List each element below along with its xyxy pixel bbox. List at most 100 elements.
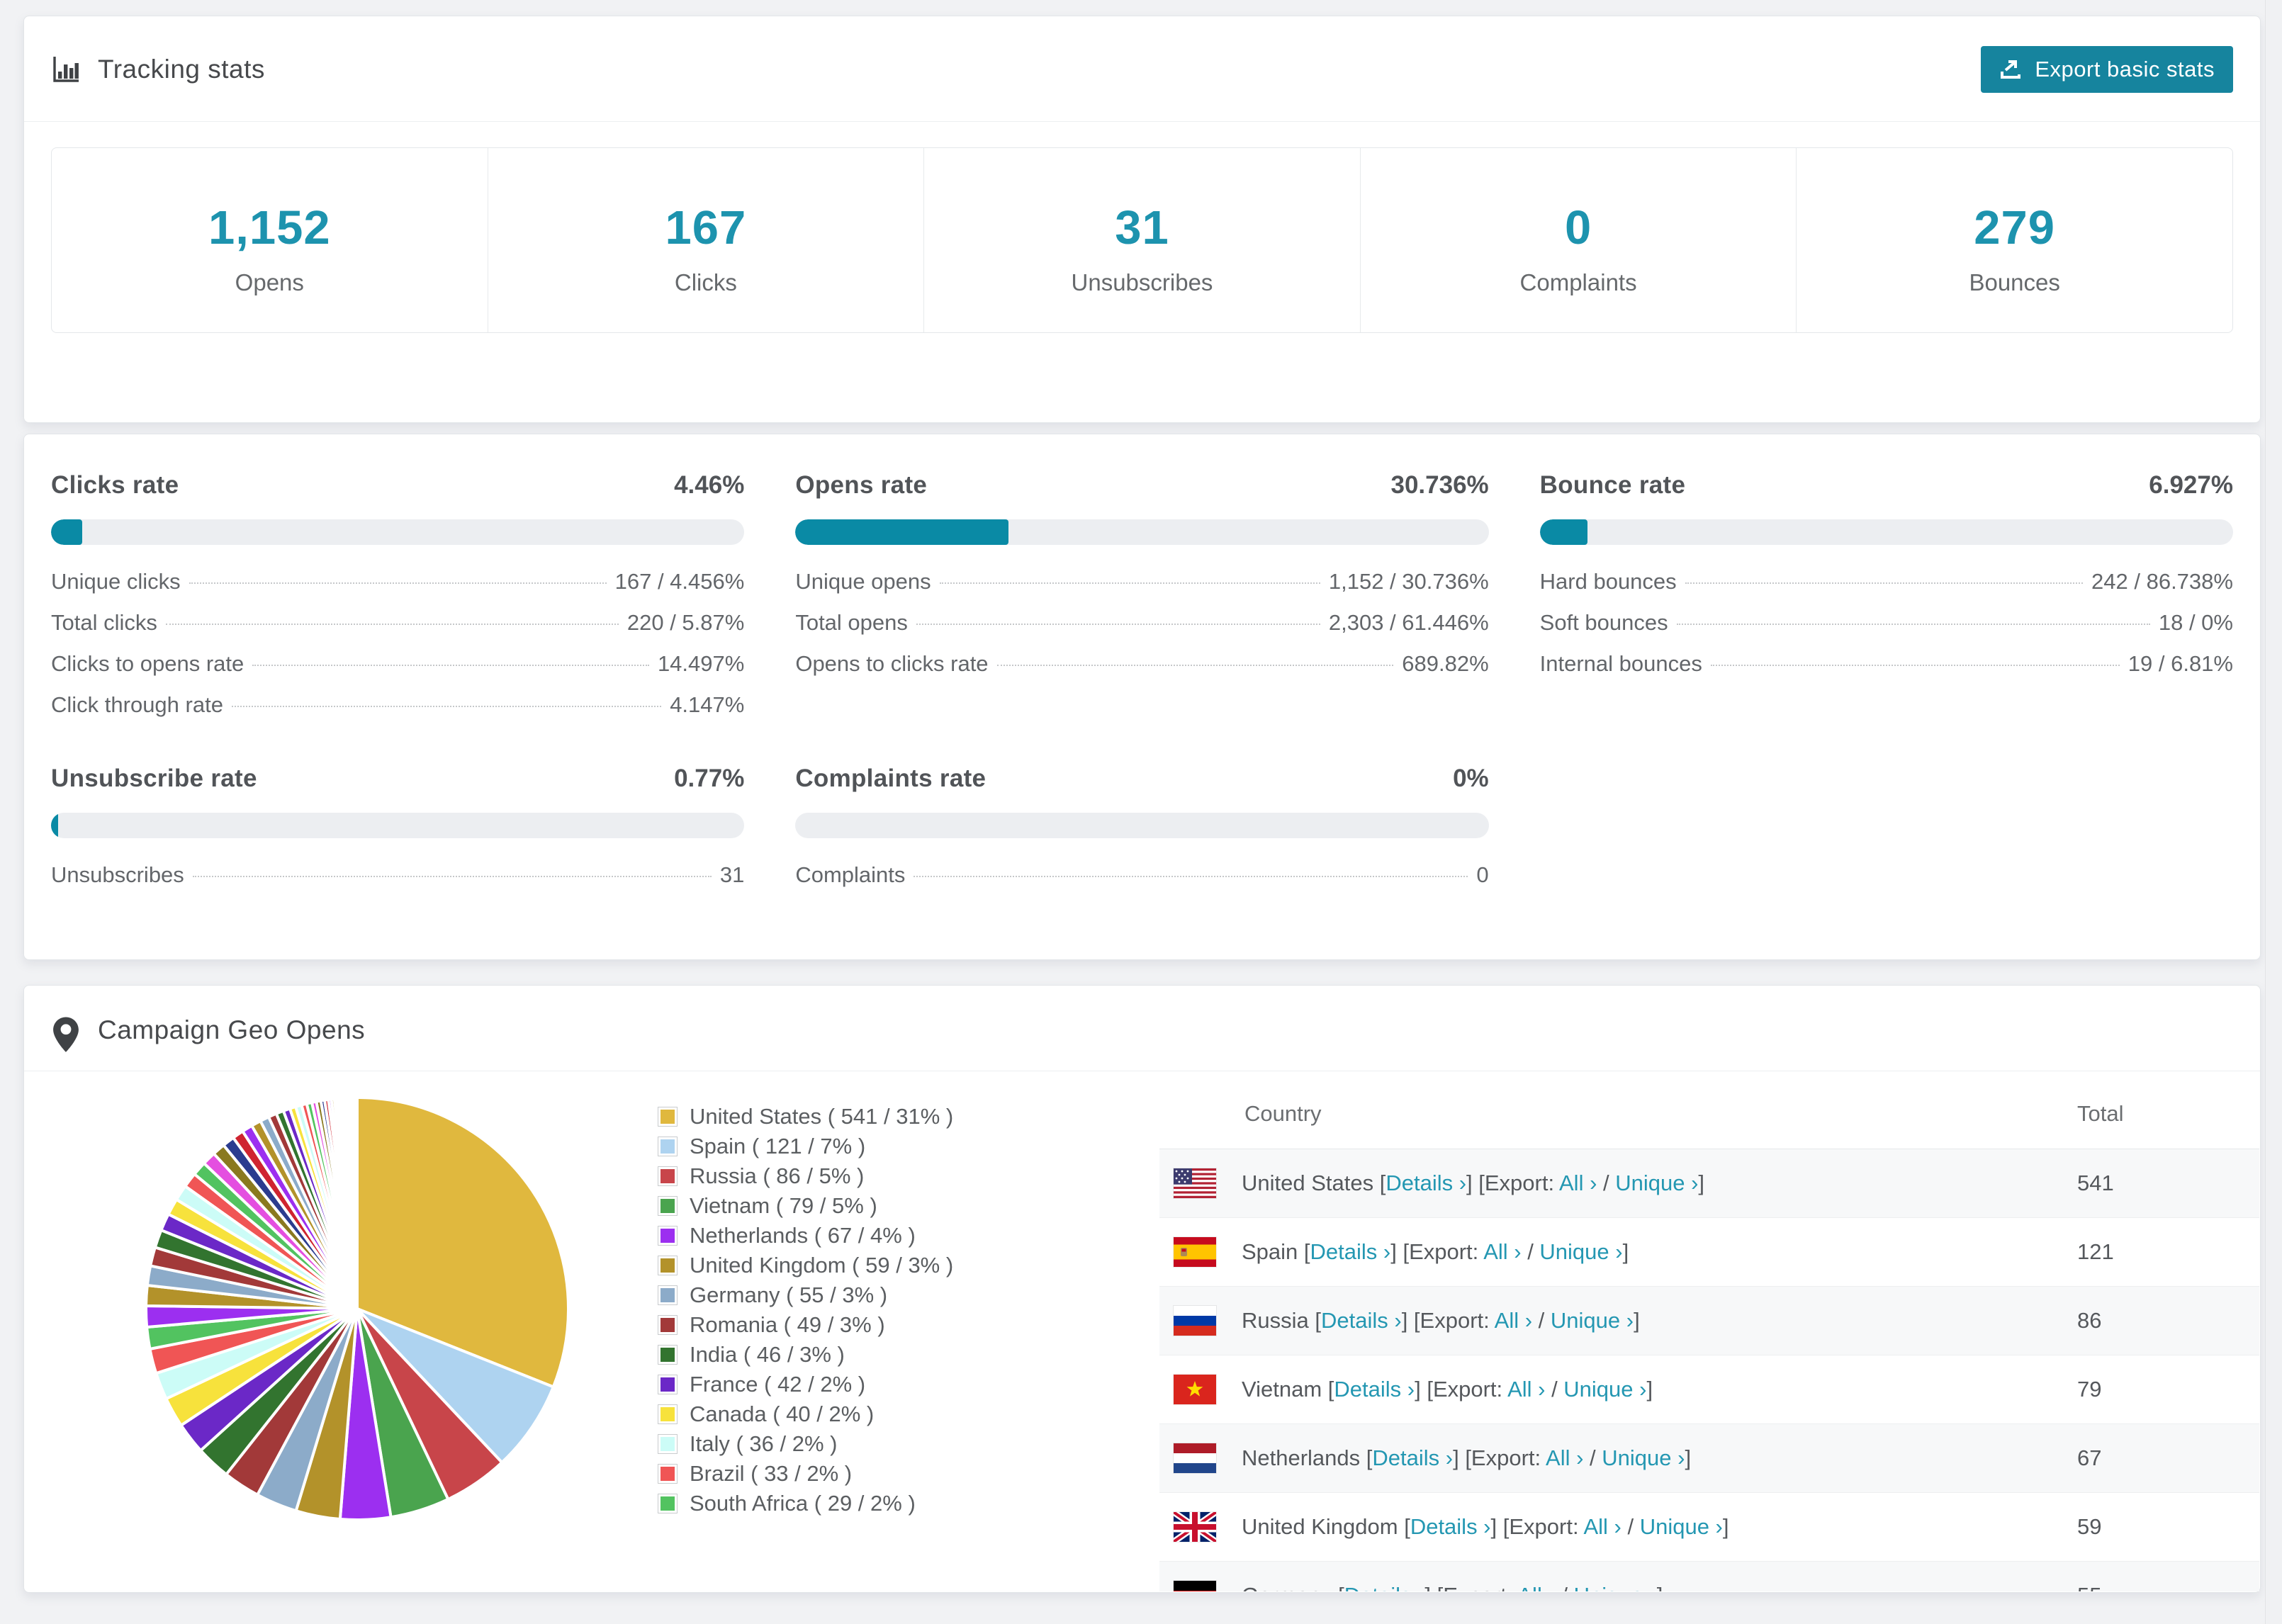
export-all-link[interactable]: All › (1546, 1445, 1583, 1470)
rate-detail-row: Unsubscribes 31 (51, 862, 744, 903)
export-unique-link[interactable]: Unique › (1563, 1377, 1646, 1402)
details-link[interactable]: Details › (1310, 1239, 1391, 1264)
rate-panel-unsubscribe-rate: Unsubscribe rate 0.77% Unsubscribes 31 (51, 765, 745, 903)
rate-detail-value: 1,152 / 30.736% (1328, 569, 1489, 594)
rate-detail-label: Internal bounces (1539, 651, 1702, 676)
legend-label: India ( 46 / 3% ) (690, 1342, 845, 1367)
country-name: Germany (1242, 1583, 1332, 1591)
rate-detail-row: Hard bounces 242 / 86.738% (1540, 569, 2233, 610)
rate-detail-row: Complaints 0 (795, 862, 1488, 903)
country-total: 121 (2077, 1239, 2114, 1264)
legend-item: France ( 42 / 2% ) (658, 1370, 953, 1399)
geo-table-row: Netherlands [Details ›] [Export: All › /… (1159, 1424, 2259, 1493)
rate-detail-value: 31 (719, 862, 745, 887)
rate-panel-value: 4.46% (674, 471, 745, 499)
legend-swatch (658, 1465, 677, 1483)
legend-item: India ( 46 / 3% ) (658, 1340, 953, 1370)
rate-detail-label: Hard bounces (1539, 569, 1677, 594)
export-unique-link[interactable]: Unique › (1574, 1583, 1657, 1591)
rate-detail-row: Total clicks 220 / 5.87% (51, 610, 744, 651)
geo-table-row: Spain [Details ›] [Export: All › / Uniqu… (1159, 1218, 2259, 1287)
rate-detail-value: 0 (1476, 862, 1489, 887)
details-link[interactable]: Details › (1372, 1445, 1453, 1470)
rate-detail-value: 689.82% (1402, 651, 1489, 676)
legend-label: Netherlands ( 67 / 4% ) (690, 1223, 916, 1248)
legend-item: Italy ( 36 / 2% ) (658, 1429, 953, 1459)
geo-table-row: Vietnam [Details ›] [Export: All › / Uni… (1159, 1355, 2259, 1424)
country-name: United Kingdom (1242, 1514, 1398, 1539)
details-link[interactable]: Details › (1321, 1308, 1402, 1333)
details-link[interactable]: Details › (1410, 1514, 1491, 1539)
export-unique-link[interactable]: Unique › (1602, 1445, 1685, 1470)
legend-swatch (658, 1197, 677, 1215)
export-all-link[interactable]: All › (1507, 1377, 1545, 1402)
rate-progress-fill (51, 813, 58, 838)
export-all-link[interactable]: All › (1483, 1239, 1521, 1264)
rate-detail-value: 4.147% (670, 692, 745, 717)
rate-progress-bar (795, 813, 1489, 838)
dotted-leader (231, 706, 662, 707)
dotted-leader (252, 665, 649, 666)
rate-panel-complaints-rate: Complaints rate 0% Complaints 0 (795, 765, 1489, 903)
export-unique-link[interactable]: Unique › (1615, 1171, 1698, 1195)
legend-label: South Africa ( 29 / 2% ) (690, 1491, 916, 1516)
rate-progress-bar (51, 519, 745, 545)
export-unique-link[interactable]: Unique › (1539, 1239, 1622, 1264)
country-total: 86 (2077, 1308, 2102, 1333)
details-link[interactable]: Details › (1334, 1377, 1415, 1402)
country-name: Russia (1242, 1308, 1309, 1333)
dotted-leader (1710, 665, 2120, 666)
legend-label: Brazil ( 33 / 2% ) (690, 1461, 853, 1486)
geo-table-header: Country Total (1159, 1078, 2259, 1149)
rate-detail-value: 18 / 0% (2158, 610, 2233, 635)
legend-item: Russia ( 86 / 5% ) (658, 1161, 953, 1191)
rate-detail-label: Unique opens (795, 569, 931, 594)
legend-item: Netherlands ( 67 / 4% ) (658, 1221, 953, 1251)
rate-detail-label: Unique clicks (51, 569, 181, 594)
export-basic-stats-button[interactable]: Export basic stats (1981, 46, 2233, 93)
rate-detail-row: Soft bounces 18 / 0% (1540, 610, 2233, 651)
export-all-link[interactable]: All › (1495, 1308, 1532, 1333)
rate-detail-value: 14.497% (657, 651, 745, 676)
stat-opens-label: Opens (235, 269, 304, 295)
country-total: 79 (2077, 1377, 2102, 1402)
page-scrollbar-gutter[interactable] (2265, 0, 2282, 1624)
geo-legend: United States ( 541 / 31% ) Spain ( 121 /… (658, 1102, 953, 1518)
legend-label: Germany ( 55 / 3% ) (690, 1282, 888, 1307)
stat-clicks-value: 167 (665, 201, 747, 254)
rate-progress-bar (795, 519, 1489, 545)
campaign-geo-opens-card: Campaign Geo Opens United States ( 541 /… (23, 985, 2261, 1593)
page-title: Tracking stats (98, 55, 265, 84)
geo-table-row: Germany [Details ›] [Export: All › / Uni… (1159, 1562, 2259, 1591)
geo-pie-chart (130, 1082, 584, 1535)
details-link[interactable]: Details › (1386, 1171, 1466, 1195)
tracking-stats-header: Tracking stats Export basic stats (24, 16, 2260, 122)
rate-detail-label: Opens to clicks rate (795, 651, 989, 676)
legend-item: Vietnam ( 79 / 5% ) (658, 1191, 953, 1221)
rates-card: Clicks rate 4.46% Unique clicks 167 / 4.456… (23, 434, 2261, 960)
flag-es-icon (1174, 1237, 1216, 1267)
details-link[interactable]: Details › (1344, 1583, 1425, 1591)
country-name: United States (1242, 1171, 1374, 1195)
rate-panel-title: Complaints rate (795, 765, 987, 792)
rate-detail-row: Click through rate 4.147% (51, 692, 744, 733)
export-unique-link[interactable]: Unique › (1640, 1514, 1723, 1539)
rate-detail-row: Opens to clicks rate 689.82% (795, 651, 1488, 692)
rate-detail-label: Total clicks (51, 610, 157, 635)
legend-item: Romania ( 49 / 3% ) (658, 1310, 953, 1340)
pie-slice[interactable] (354, 1095, 359, 1310)
geo-title: Campaign Geo Opens (98, 1015, 366, 1044)
total-column-header: Total (2077, 1100, 2124, 1126)
rate-progress-fill (1539, 519, 1588, 545)
export-all-link[interactable]: All › (1559, 1171, 1597, 1195)
legend-label: Romania ( 49 / 3% ) (690, 1312, 885, 1337)
country-name: Vietnam (1242, 1377, 1322, 1402)
legend-label: Spain ( 121 / 7% ) (690, 1134, 866, 1158)
export-all-link[interactable]: All › (1583, 1514, 1621, 1539)
export-unique-link[interactable]: Unique › (1551, 1308, 1634, 1333)
rate-detail-row: Clicks to opens rate 14.497% (51, 651, 744, 692)
country-name: Netherlands (1242, 1445, 1361, 1470)
rate-detail-label: Soft bounces (1539, 610, 1668, 635)
geo-table-row: United States [Details ›] [Export: All ›… (1159, 1149, 2259, 1218)
export-all-link[interactable]: All › (1517, 1583, 1555, 1591)
